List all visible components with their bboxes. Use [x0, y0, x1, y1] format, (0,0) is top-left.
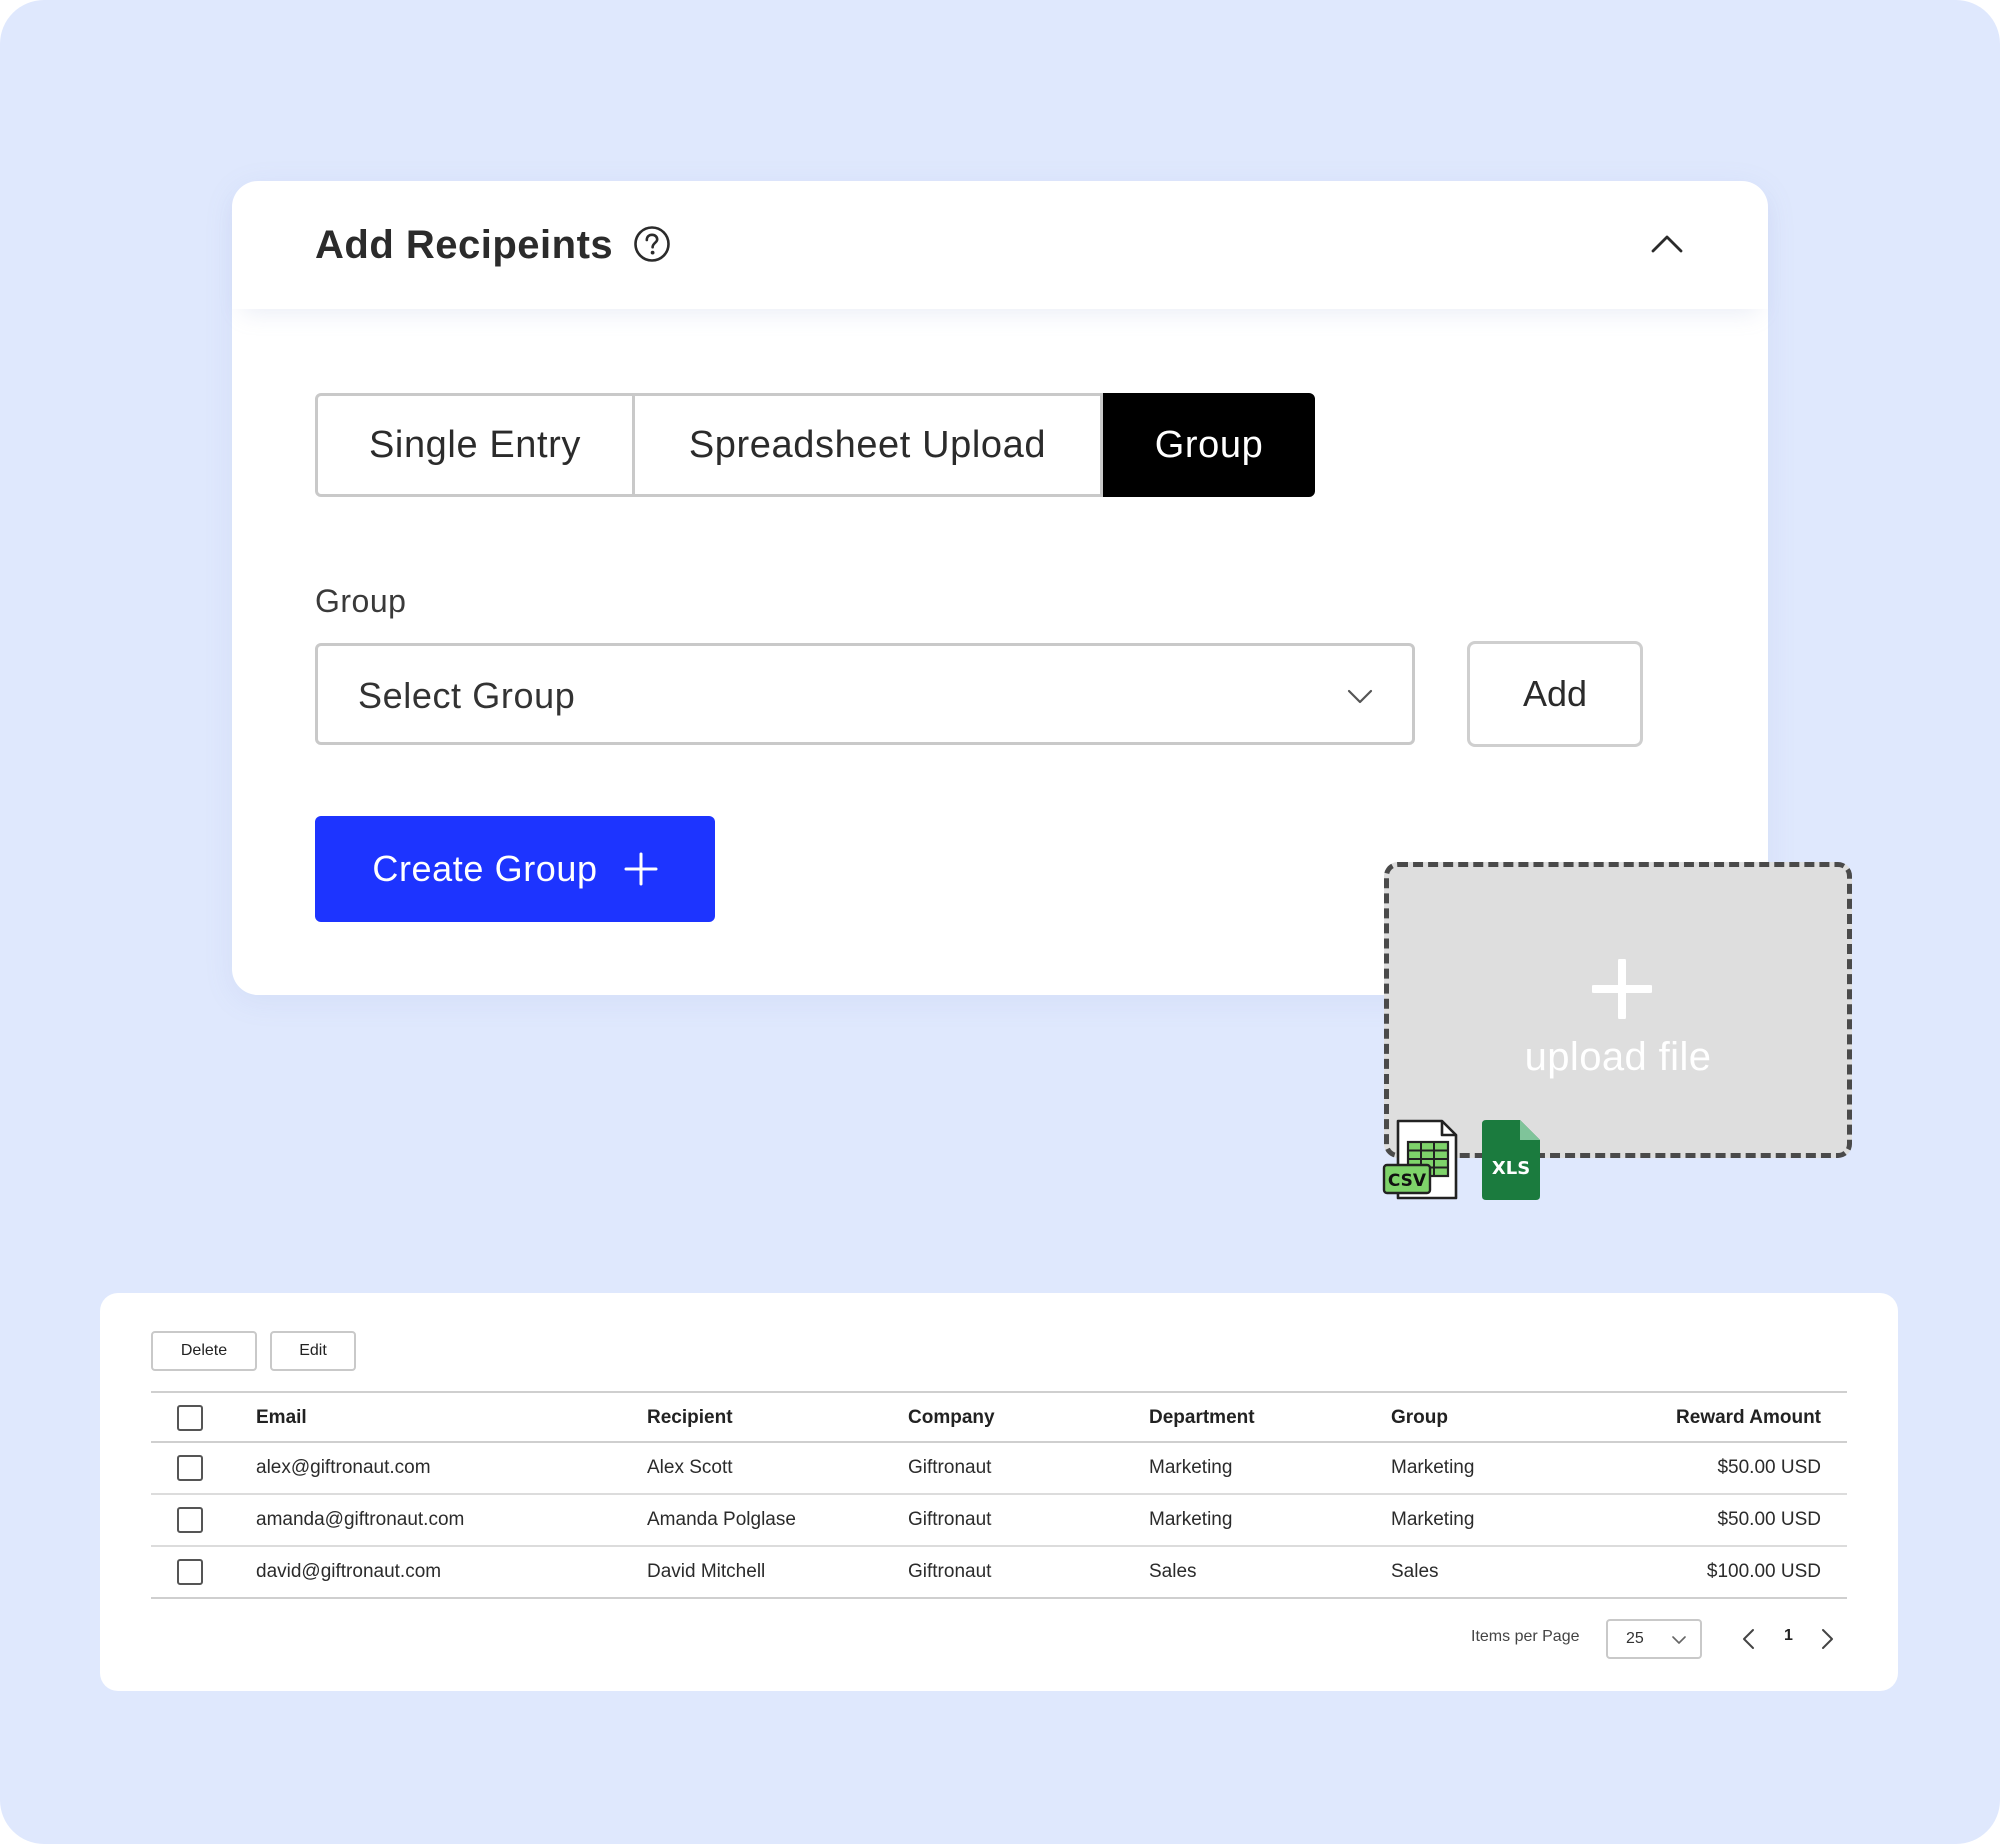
chevron-right-icon[interactable]	[1818, 1628, 1836, 1650]
plus-icon	[624, 852, 658, 886]
column-header-company[interactable]: Company	[908, 1407, 995, 1429]
chevron-down-icon	[1347, 689, 1373, 704]
cell-recipient: David Mitchell	[647, 1561, 766, 1582]
chevron-left-icon[interactable]	[1740, 1628, 1758, 1650]
column-header-reward-amount[interactable]: Reward Amount	[1676, 1407, 1821, 1429]
tab-spreadsheet-upload[interactable]: Spreadsheet Upload	[635, 393, 1103, 497]
row-checkbox[interactable]	[177, 1507, 203, 1533]
table-row: alex@giftronaut.com Alex Scott Giftronau…	[151, 1443, 1847, 1495]
csv-file-type-label: CSV	[1388, 1171, 1427, 1191]
recipients-table-card: Delete Edit Email Recipient Company Depa…	[100, 1293, 1898, 1691]
help-icon[interactable]	[633, 225, 671, 263]
items-per-page-value: 25	[1626, 1630, 1644, 1647]
cell-email: alex@giftronaut.com	[256, 1457, 431, 1478]
cell-department: Marketing	[1149, 1457, 1233, 1478]
edit-button[interactable]: Edit	[270, 1331, 356, 1371]
column-header-department[interactable]: Department	[1149, 1407, 1255, 1429]
select-all-checkbox[interactable]	[177, 1405, 203, 1431]
card-header: Add Recipeints	[232, 181, 1768, 309]
entry-mode-tabs: Single Entry Spreadsheet Upload Group	[315, 393, 1315, 497]
background-canvas: Add Recipeints Single Entry Spreadsheet …	[0, 0, 2000, 1844]
create-group-button[interactable]: Create Group	[315, 816, 715, 922]
cell-company: Giftronaut	[908, 1509, 992, 1530]
column-header-email[interactable]: Email	[256, 1407, 307, 1429]
cell-reward-amount: $50.00 USD	[1717, 1509, 1821, 1530]
group-field-label: Group	[315, 583, 407, 619]
csv-file-icon: CSV	[1382, 1119, 1458, 1200]
cell-group: Sales	[1391, 1561, 1439, 1582]
delete-button[interactable]: Delete	[151, 1331, 257, 1371]
tab-group[interactable]: Group	[1103, 393, 1315, 497]
chevron-up-icon[interactable]	[1650, 226, 1684, 260]
cell-reward-amount: $100.00 USD	[1706, 1561, 1821, 1582]
create-group-label: Create Group	[372, 848, 598, 889]
cell-reward-amount: $50.00 USD	[1717, 1457, 1821, 1478]
table-row: david@giftronaut.com David Mitchell Gift…	[151, 1547, 1847, 1599]
upload-file-label: upload file	[1524, 1035, 1712, 1079]
cell-group: Marketing	[1391, 1509, 1475, 1530]
add-group-button[interactable]: Add	[1467, 641, 1643, 747]
table-row: amanda@giftronaut.com Amanda Polglase Gi…	[151, 1495, 1847, 1547]
column-header-group[interactable]: Group	[1391, 1407, 1448, 1429]
column-header-recipient[interactable]: Recipient	[647, 1407, 733, 1429]
xls-file-icon: XLS	[1482, 1120, 1540, 1200]
select-group-dropdown[interactable]: Select Group	[315, 643, 1415, 745]
select-group-placeholder: Select Group	[358, 675, 576, 716]
cell-department: Sales	[1149, 1561, 1197, 1582]
cell-email: amanda@giftronaut.com	[256, 1509, 465, 1530]
upload-plus-icon	[1592, 959, 1652, 1019]
cell-recipient: Alex Scott	[647, 1457, 733, 1478]
card-title: Add Recipeints	[315, 223, 614, 267]
cell-email: david@giftronaut.com	[256, 1561, 442, 1582]
current-page-number[interactable]: 1	[1784, 1627, 1793, 1645]
cell-department: Marketing	[1149, 1509, 1233, 1530]
xls-file-type-label: XLS	[1492, 1158, 1530, 1179]
row-checkbox[interactable]	[177, 1455, 203, 1481]
cell-company: Giftronaut	[908, 1561, 992, 1582]
cell-company: Giftronaut	[908, 1457, 992, 1478]
items-per-page-select[interactable]: 25	[1606, 1619, 1702, 1659]
cell-recipient: Amanda Polglase	[647, 1509, 796, 1530]
table-header: Email Recipient Company Department Group…	[151, 1391, 1847, 1443]
upload-file-dropzone[interactable]: upload file	[1384, 862, 1852, 1158]
tab-single-entry[interactable]: Single Entry	[315, 393, 635, 497]
items-per-page-label: Items per Page	[1471, 1628, 1580, 1645]
cell-group: Marketing	[1391, 1457, 1475, 1478]
row-checkbox[interactable]	[177, 1559, 203, 1585]
chevron-down-icon	[1672, 1636, 1686, 1644]
